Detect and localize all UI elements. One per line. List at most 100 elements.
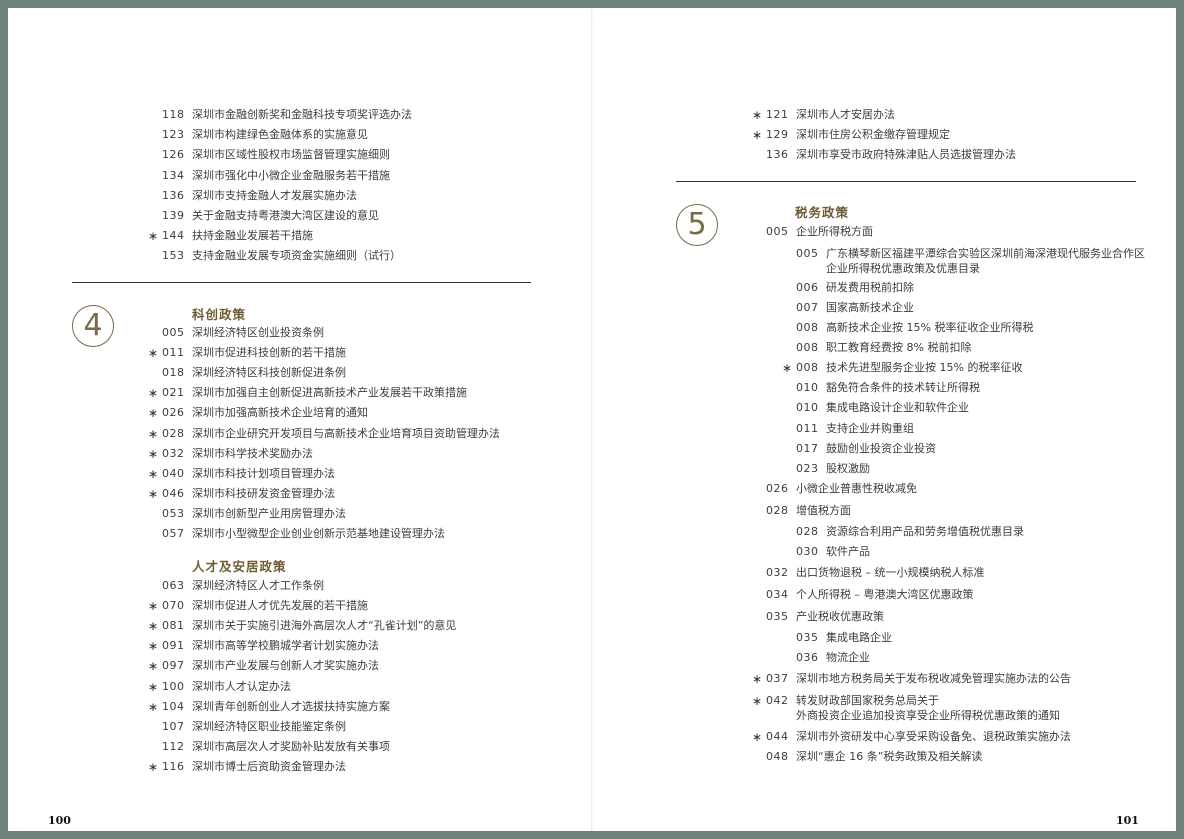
page-ref: 057	[162, 527, 185, 540]
page-ref: 010	[796, 401, 819, 414]
page-number-left: 100	[48, 814, 71, 827]
section-rule-left	[72, 282, 531, 283]
list-item: 126 深圳市区域性股权市场监督管理实施细则	[162, 145, 390, 165]
entry-title: 软件产品	[826, 545, 870, 558]
star-mark-icon: ∗	[148, 619, 159, 633]
page-number-right: 101	[1116, 814, 1139, 827]
entry-title: 支持企业并购重组	[826, 422, 914, 435]
list-item: 123 深圳市构建绿色金融体系的实施意见	[162, 125, 368, 145]
entry-title: 集成电路企业	[826, 631, 892, 644]
page-ref: 005	[796, 247, 819, 260]
list-item: 032 出口货物退税 – 统一小规模纳税人标准	[766, 563, 985, 583]
entry-title: 支持金融业发展专项资金实施细则（试行）	[192, 249, 401, 262]
entry-title: 深圳市高层次人才奖励补贴发放有关事项	[192, 740, 390, 753]
page-ref: 097	[162, 659, 185, 672]
star-mark-icon: ∗	[752, 128, 763, 142]
list-item: 028 增值税方面	[766, 501, 851, 521]
entry-title: 深圳市促进人才优先发展的若干措施	[192, 599, 368, 612]
page-ref: 026	[766, 482, 789, 495]
section-rule-right	[676, 181, 1136, 182]
list-item: 139 关于金融支持粤港澳大湾区建设的意见	[162, 206, 379, 226]
page-ref: 144	[162, 229, 185, 242]
entry-title: 深圳市强化中小微企业金融服务若干措施	[192, 169, 390, 182]
page-ref: 007	[796, 301, 819, 314]
page-ref: 107	[162, 720, 185, 733]
entry-title-continued: 企业所得税优惠政策及优惠目录	[826, 262, 980, 275]
list-item: ∗ 028 深圳市企业研究开发项目与高新技术企业培育项目资助管理办法	[148, 424, 500, 444]
entry-title: 深圳市创新型产业用房管理办法	[192, 507, 346, 520]
page-ref: 005	[766, 225, 789, 238]
page-ref: 070	[162, 599, 185, 612]
entry-title: 深圳市地方税务局关于发布税收减免管理实施办法的公告	[796, 672, 1071, 685]
entry-title: 国家高新技术企业	[826, 301, 914, 314]
list-item: 118 深圳市金融创新奖和金融科技专项奖评选办法	[162, 105, 412, 125]
list-item: 136 深圳市支持金融人才发展实施办法	[162, 186, 357, 206]
page-ref: 006	[796, 281, 819, 294]
page-ref: 044	[766, 730, 789, 743]
entry-title: 深圳市外资研发中心享受采购设备免、退税政策实施办法	[796, 730, 1071, 743]
entry-title-continued: 外商投资企业追加投资享受企业所得税优惠政策的通知	[796, 709, 1060, 722]
entry-title: 物流企业	[826, 651, 870, 664]
list-item: 036 物流企业	[796, 648, 870, 668]
section-4-badge: 4	[72, 305, 114, 347]
page-ref: 008	[796, 361, 819, 374]
page-ref: 091	[162, 639, 185, 652]
page-ref: 035	[796, 631, 819, 644]
entry-title: 深圳市企业研究开发项目与高新技术企业培育项目资助管理办法	[192, 427, 500, 440]
entry-title: 鼓励创业投资企业投资	[826, 442, 936, 455]
entry-title: 关于金融支持粤港澳大湾区建设的意见	[192, 209, 379, 222]
list-item: 006 研发费用税前扣除	[796, 278, 914, 298]
page-ref: 011	[162, 346, 185, 359]
page-ref: 028	[766, 504, 789, 517]
list-item: 008 高新技术企业按 15% 税率征收企业所得税	[796, 318, 1033, 338]
list-item: ∗ 044 深圳市外资研发中心享受采购设备免、退税政策实施办法	[752, 727, 1071, 747]
page-ref: 134	[162, 169, 185, 182]
star-mark-icon: ∗	[752, 672, 763, 686]
star-mark-icon: ∗	[148, 487, 159, 501]
list-item: 005 深圳经济特区创业投资条例	[162, 323, 324, 343]
list-item: 053 深圳市创新型产业用房管理办法	[162, 504, 346, 524]
page-ref: 116	[162, 760, 185, 773]
page-ref: 139	[162, 209, 185, 222]
page-ref: 136	[162, 189, 185, 202]
list-item: ∗ 144 扶持金融业发展若干措施	[148, 226, 313, 246]
page-ref: 112	[162, 740, 185, 753]
list-item: 026 小微企业普惠性税收减免	[766, 479, 917, 499]
list-item: ∗ 100 深圳市人才认定办法	[148, 677, 291, 697]
page-ref: 034	[766, 588, 789, 601]
list-item: ∗ 046 深圳市科技研发资金管理办法	[148, 484, 335, 504]
page-ref: 011	[796, 422, 819, 435]
star-mark-icon: ∗	[752, 694, 763, 708]
entry-title: 深圳市博士后资助资金管理办法	[192, 760, 346, 773]
list-item: 107 深圳经济特区职业技能鉴定条例	[162, 717, 346, 737]
list-item: 134 深圳市强化中小微企业金融服务若干措施	[162, 166, 390, 186]
entry-title: 扶持金融业发展若干措施	[192, 229, 313, 242]
list-item: 063 深圳经济特区人才工作条例	[162, 576, 324, 596]
entry-title: 股权激励	[826, 462, 870, 475]
star-mark-icon: ∗	[148, 229, 159, 243]
list-item: 048 深圳“惠企 16 条”税务政策及相关解读	[766, 747, 982, 767]
page-ref: 037	[766, 672, 789, 685]
entry-title: 深圳市金融创新奖和金融科技专项奖评选办法	[192, 108, 412, 121]
entry-title: 出口货物退税 – 统一小规模纳税人标准	[796, 566, 985, 579]
page-ref: 123	[162, 128, 185, 141]
star-mark-icon: ∗	[148, 680, 159, 694]
list-item: ∗ 070 深圳市促进人才优先发展的若干措施	[148, 596, 368, 616]
list-item: ∗ 081 深圳市关于实施引进海外高层次人才“孔雀计划”的意见	[148, 616, 456, 636]
page-ref: 129	[766, 128, 789, 141]
entry-title: 深圳市科技计划项目管理办法	[192, 467, 335, 480]
page-ref: 017	[796, 442, 819, 455]
entry-title: 深圳青年创新创业人才选拔扶持实施方案	[192, 700, 390, 713]
spine-shadow	[591, 8, 593, 831]
star-mark-icon: ∗	[148, 700, 159, 714]
page-ref: 100	[162, 680, 185, 693]
entry-title: 增值税方面	[796, 504, 851, 517]
page-ref: 021	[162, 386, 185, 399]
list-item: 007 国家高新技术企业	[796, 298, 914, 318]
page-ref: 136	[766, 148, 789, 161]
entry-title: 技术先进型服务企业按 15% 的税率征收	[826, 361, 1023, 374]
star-mark-icon: ∗	[148, 406, 159, 420]
page-ref: 048	[766, 750, 789, 763]
page-ref: 030	[796, 545, 819, 558]
list-item: 005 广东横琴新区福建平潭综合实验区深圳前海深港现代服务业合作区 企业所得税优惠政…	[796, 244, 1145, 275]
